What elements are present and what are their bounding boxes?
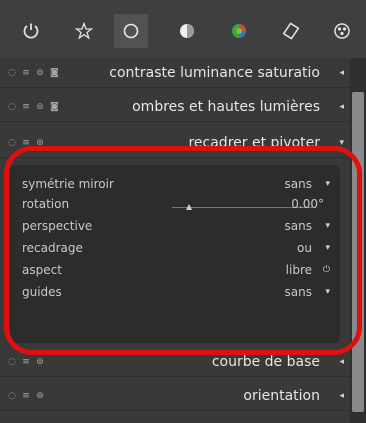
param-value: ou: [297, 241, 312, 255]
module-base-curve[interactable]: ◌ ≡ ⊚ courbe de base ◂: [0, 347, 350, 377]
param-row-perspective[interactable]: perspective sans ▾: [22, 215, 334, 237]
dropdown-arrow-icon[interactable]: ▾: [325, 281, 330, 303]
module-power-icon[interactable]: ◌: [8, 138, 16, 148]
reset-icon[interactable]: ⊚: [36, 357, 44, 367]
param-value: 0.00°: [291, 197, 324, 211]
param-label: guides: [22, 285, 62, 299]
swap-orientation-icon[interactable]: ⏻: [323, 259, 330, 281]
slider-marker-icon[interactable]: ▲: [186, 203, 192, 211]
param-value: sans: [284, 177, 312, 191]
param-label: aspect: [22, 263, 62, 277]
dropdown-arrow-icon[interactable]: ▾: [325, 173, 330, 195]
presets-icon[interactable]: ≡: [22, 102, 30, 112]
module-orientation[interactable]: ◌ ≡ ⊚ orientation ◂: [0, 381, 350, 411]
reset-icon[interactable]: ⊚: [36, 391, 44, 401]
module-name: ombres et hautes lumières: [132, 99, 320, 115]
reset-icon[interactable]: ⊚: [36, 68, 44, 78]
reset-icon[interactable]: ⊚: [36, 102, 44, 112]
param-label: symétrie miroir: [22, 177, 114, 191]
module-name: courbe de base: [211, 354, 320, 370]
circle-icon[interactable]: [114, 14, 148, 48]
param-row-guides[interactable]: guides sans ▾: [22, 281, 334, 303]
module-name: recadrer et pivoter: [188, 135, 320, 151]
collapse-arrow-icon[interactable]: ◂: [339, 381, 344, 411]
param-label: recadrage: [22, 241, 83, 255]
collapse-arrow-icon[interactable]: ◂: [339, 92, 344, 122]
presets-icon[interactable]: ≡: [22, 391, 30, 401]
param-label: rotation: [22, 197, 70, 211]
module-power-icon[interactable]: ◌: [8, 357, 16, 367]
param-label: perspective: [22, 219, 93, 233]
presets-icon[interactable]: ≡: [22, 138, 30, 148]
shape-icon[interactable]: [274, 16, 308, 46]
expand-arrow-icon[interactable]: ▾: [339, 128, 344, 158]
module-power-icon[interactable]: ◌: [8, 391, 16, 401]
module-contrast-luminance-saturation[interactable]: ◌ ≡ ⊚ ◙ contraste luminance saturatio ◂: [0, 58, 350, 88]
presets-icon[interactable]: ≡: [22, 357, 30, 367]
param-row-crop[interactable]: recadrage ou ▾: [22, 237, 334, 259]
dropdown-arrow-icon[interactable]: ▾: [325, 237, 330, 259]
color-circle-icon[interactable]: [222, 16, 256, 46]
module-crop-rotate[interactable]: ◌ ≡ ⊚ recadrer et pivoter ▾: [0, 128, 350, 158]
star-icon[interactable]: [67, 16, 101, 46]
reset-icon[interactable]: ⊚: [36, 138, 44, 148]
dropdown-arrow-icon[interactable]: ▾: [325, 215, 330, 237]
instance-icon[interactable]: ◙: [50, 68, 59, 78]
param-value: libre: [285, 263, 312, 277]
scrollbar-thumb[interactable]: [352, 92, 364, 412]
module-group-toolbar: [0, 0, 366, 58]
collapse-arrow-icon[interactable]: ◂: [339, 58, 344, 88]
presets-icon[interactable]: ≡: [22, 68, 30, 78]
power-icon[interactable]: [14, 16, 48, 46]
collapse-arrow-icon[interactable]: ◂: [339, 347, 344, 377]
module-name: orientation: [243, 388, 320, 404]
ball-icon[interactable]: [325, 16, 359, 46]
param-value: sans: [284, 285, 312, 299]
param-row-mirror[interactable]: symétrie miroir sans ▾: [22, 173, 334, 195]
module-power-icon[interactable]: ◌: [8, 68, 16, 78]
instance-icon[interactable]: ◙: [50, 102, 59, 112]
param-row-aspect[interactable]: aspect libre ⏻: [22, 259, 334, 281]
param-row-rotation[interactable]: rotation ▲ 0.00°: [22, 193, 334, 215]
module-shadows-highlights[interactable]: ◌ ≡ ⊚ ◙ ombres et hautes lumières ◂: [0, 92, 350, 122]
module-power-icon[interactable]: ◌: [8, 102, 16, 112]
crop-rotate-params: symétrie miroir sans ▾ rotation ▲ 0.00° …: [10, 165, 340, 343]
module-name: contraste luminance saturatio: [109, 65, 320, 81]
half-circle-icon[interactable]: [170, 16, 204, 46]
param-value: sans: [284, 219, 312, 233]
